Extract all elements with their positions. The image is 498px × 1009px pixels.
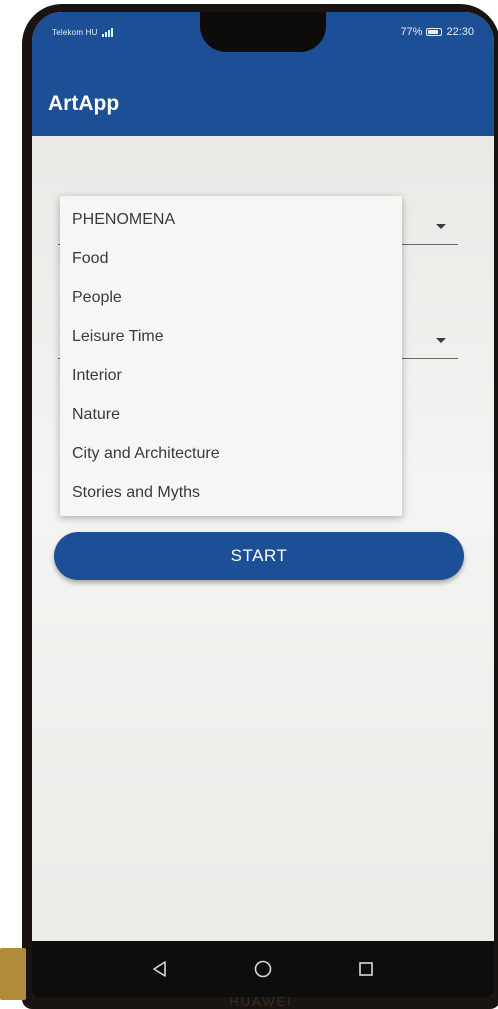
dropdown-arrow-icon [436,338,446,343]
nav-back-button[interactable] [130,941,190,997]
recents-icon [359,962,373,976]
status-bar: Telekom HU 77% 22:30 [32,12,494,64]
back-icon [153,961,166,977]
dropdown-item-food[interactable]: Food [60,239,402,278]
dropdown-arrow-icon [436,224,446,229]
dropdown-item-nature[interactable]: Nature [60,395,402,434]
phone-device: Telekom HU 77% 22:30 ArtApp PHENOMENA Fo… [22,4,498,1009]
start-button[interactable]: START [54,532,464,580]
battery-icon [426,28,443,36]
status-right: 77% 22:30 [400,26,474,38]
dropdown-item-phenomena[interactable]: PHENOMENA [60,200,402,239]
clock: 22:30 [446,26,474,38]
dropdown-item-interior[interactable]: Interior [60,356,402,395]
battery-percent: 77% [400,26,423,38]
main-content: PHENOMENA Food People Leisure Time Inter… [32,136,494,941]
finger-smudge [0,948,26,1000]
carrier-info: Telekom HU [52,28,114,37]
phone-screen: Telekom HU 77% 22:30 ArtApp PHENOMENA Fo… [32,12,494,997]
photo-frame: Telekom HU 77% 22:30 ArtApp PHENOMENA Fo… [0,0,498,1009]
nav-recents-button[interactable] [336,941,396,997]
dropdown-item-leisure-time[interactable]: Leisure Time [60,317,402,356]
home-icon [254,960,272,978]
app-title: ArtApp [48,92,120,115]
device-brand-logo: HUAWEI [229,994,293,1009]
camera-notch [200,12,326,52]
dropdown-item-people[interactable]: People [60,278,402,317]
dropdown-item-city-and-architecture[interactable]: City and Architecture [60,434,402,473]
signal-icon [102,28,114,37]
app-bar: ArtApp [32,64,494,136]
carrier-name: Telekom HU [52,28,98,37]
navigation-bar [32,941,494,997]
dropdown-item-stories-and-myths[interactable]: Stories and Myths [60,473,402,512]
nav-home-button[interactable] [233,941,293,997]
category-dropdown-menu: PHENOMENA Food People Leisure Time Inter… [60,196,402,516]
